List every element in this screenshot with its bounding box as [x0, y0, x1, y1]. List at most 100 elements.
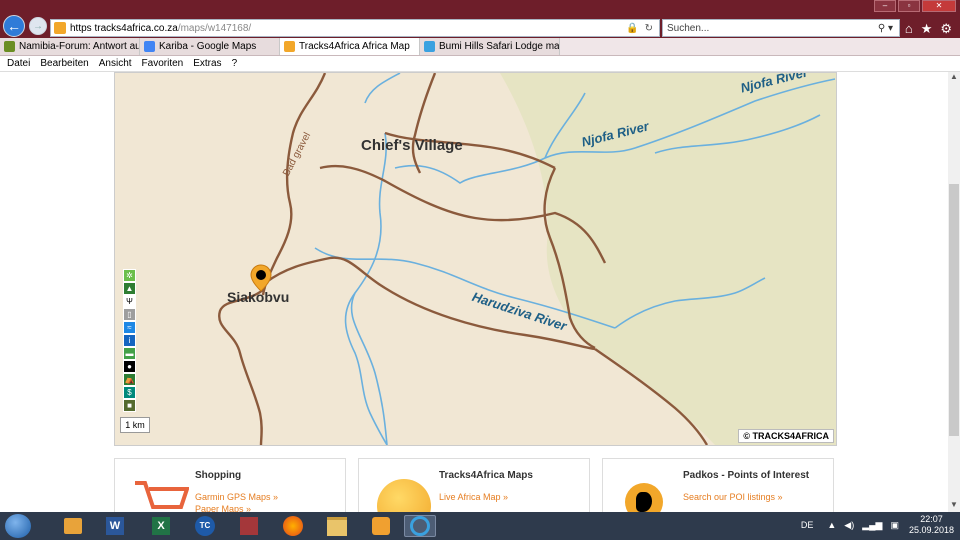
menu-extras[interactable]: Extras [193, 58, 221, 69]
globe-icon [377, 479, 431, 512]
tracks4africa-icon [284, 41, 295, 52]
location-pin-icon[interactable] [250, 264, 272, 292]
map-scale: 1 km [120, 417, 150, 433]
taskbar-outlook[interactable] [364, 515, 398, 537]
chevron-up-icon[interactable]: ▲ [827, 520, 836, 530]
poi-shop-icon[interactable]: $ [124, 387, 135, 398]
folder-icon [327, 516, 347, 536]
taskbar-total-commander[interactable]: TC [188, 515, 222, 537]
gear-icon[interactable]: ⚙ [940, 21, 952, 37]
minimize-icon[interactable]: – [874, 0, 896, 12]
site-icon [54, 22, 66, 34]
menu-bearbeiten[interactable]: Bearbeiten [40, 58, 88, 69]
address-bar[interactable]: https tracks4africa.co.za /maps/w147168/… [50, 19, 660, 37]
poi-lodging-icon[interactable]: ▯ [124, 309, 135, 320]
clock-date: 25.09.2018 [908, 525, 954, 535]
language-indicator[interactable]: DE [801, 520, 814, 530]
poi-camp-icon[interactable]: ▲ [124, 283, 135, 294]
lock-icon[interactable]: 🔒 [626, 23, 638, 34]
vertical-scrollbar[interactable]: ▲ ▼ [948, 72, 960, 512]
access-icon [240, 517, 258, 535]
tab-label: Kariba - Google Maps [159, 41, 257, 52]
link-search-poi-listings[interactable]: Search our POI listings » [683, 492, 783, 502]
tab-label: Namibia-Forum: Antwort auf ... [19, 41, 139, 52]
cart-icon [135, 481, 189, 509]
taskbar-word[interactable]: W [98, 515, 132, 537]
search-placeholder: Suchen... [667, 22, 710, 34]
url-host: https tracks4africa.co.za [70, 22, 178, 34]
scroll-down-icon[interactable]: ▼ [948, 500, 960, 512]
card-title: Tracks4Africa Maps [439, 470, 533, 481]
menu-help[interactable]: ? [232, 58, 238, 69]
speaker-icon[interactable]: ◀) [844, 520, 854, 531]
menu-ansicht[interactable]: Ansicht [99, 58, 132, 69]
taskbar-internet-explorer[interactable] [404, 515, 436, 537]
road-line [218, 287, 266, 445]
action-center-icon[interactable]: ▣ [890, 520, 899, 531]
taskbar-explorer[interactable] [320, 515, 354, 537]
start-button[interactable] [5, 514, 31, 538]
taskbar: W X TC DE ▲ ◀) ▂▄▆ ▣ 22:07 25.09.2018 [0, 512, 960, 540]
excel-icon: X [152, 517, 170, 535]
url-path: /maps/w147168/ [177, 22, 252, 34]
refresh-icon[interactable]: ↻ [645, 23, 653, 34]
road-line [411, 73, 437, 174]
page-content: Chief's Village Siakobvu Njofa River Njo… [0, 72, 948, 512]
home-icon[interactable]: ⌂ [905, 21, 913, 37]
taskbar-access[interactable] [232, 515, 266, 537]
forum-icon [4, 41, 15, 52]
poi-other-icon[interactable]: ■ [124, 400, 135, 411]
search-icon[interactable]: ⚲ ▾ [878, 23, 893, 34]
scroll-up-icon[interactable]: ▲ [948, 72, 960, 84]
map-view[interactable]: Chief's Village Siakobvu Njofa River Njo… [114, 72, 837, 446]
taskbar-media-player[interactable] [56, 515, 90, 537]
window-controls: – ▫ ✕ [872, 0, 956, 12]
arrow-right-icon: → [33, 20, 43, 32]
tab-google-maps[interactable]: Kariba - Google Maps [140, 38, 280, 55]
word-icon: W [106, 517, 124, 535]
menu-favoriten[interactable]: Favoriten [142, 58, 184, 69]
poi-fuel-icon[interactable]: ● [124, 361, 135, 372]
taskbar-excel[interactable]: X [144, 515, 178, 537]
search-input[interactable]: Suchen... ⚲ ▾ [662, 19, 900, 37]
close-icon[interactable]: ✕ [922, 0, 956, 12]
tab-bumi-hills[interactable]: Bumi Hills Safari Lodge map | ... [420, 38, 560, 55]
tab-label: Bumi Hills Safari Lodge map | ... [439, 41, 560, 52]
river-line [364, 73, 401, 104]
menu-bar: Datei Bearbeiten Ansicht Favoriten Extra… [0, 56, 960, 72]
favorites-star-icon[interactable]: ★ [921, 21, 933, 37]
link-live-africa-map[interactable]: Live Africa Map » [439, 492, 508, 502]
tab-namibia-forum[interactable]: Namibia-Forum: Antwort auf ... [0, 38, 140, 55]
ie-icon [424, 41, 435, 52]
outlook-icon [372, 517, 390, 535]
tab-label: Tracks4Africa Africa Map [299, 41, 410, 52]
scroll-thumb[interactable] [949, 184, 959, 436]
tab-tracks4africa[interactable]: Tracks4Africa Africa Map [280, 38, 420, 55]
poi-tent-icon[interactable]: ⛺ [124, 374, 135, 385]
link-garmin-gps-maps[interactable]: Garmin GPS Maps » [195, 492, 278, 502]
link-paper-maps[interactable]: Paper Maps » [195, 504, 251, 512]
menu-datei[interactable]: Datei [7, 58, 30, 69]
map-canvas [218, 73, 836, 445]
browser-toolbar: – ▫ ✕ ← → https tracks4africa.co.za /map… [0, 0, 960, 38]
taskbar-firefox[interactable] [276, 515, 310, 537]
road-line [264, 256, 596, 351]
poi-vehicle-icon[interactable]: ▬ [124, 348, 135, 359]
arrow-left-icon: ← [7, 18, 21, 34]
maximize-icon[interactable]: ▫ [898, 0, 920, 12]
card-title: Shopping [195, 470, 242, 481]
poi-water-icon[interactable]: ≈ [124, 322, 135, 333]
forward-button[interactable]: → [29, 17, 47, 35]
poi-info-icon[interactable]: i [124, 335, 135, 346]
media-player-icon [64, 518, 82, 534]
poi-restaurant-icon[interactable]: Ψ [124, 296, 135, 307]
poi-nature-icon[interactable]: ✲ [124, 270, 135, 281]
network-icon[interactable]: ▂▄▆ [862, 520, 882, 531]
total-commander-icon: TC [195, 516, 215, 536]
card-padkos-poi: Padkos - Points of Interest Search our P… [602, 458, 834, 512]
back-button[interactable]: ← [3, 15, 25, 37]
google-icon [144, 41, 155, 52]
clock[interactable]: 22:07 25.09.2018 [909, 514, 954, 536]
system-tray: DE ▲ ◀) ▂▄▆ ▣ 22:07 25.09.2018 [801, 514, 954, 536]
label-siakobvu: Siakobvu [227, 289, 290, 305]
